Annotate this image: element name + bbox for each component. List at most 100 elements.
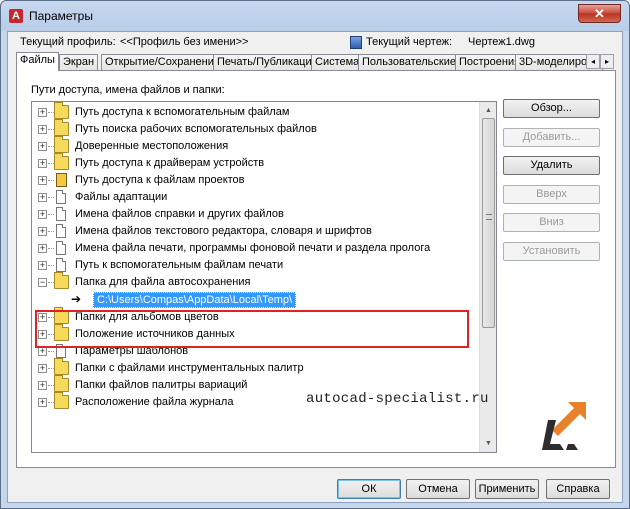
tree-item-label: Имена файла печати, программы фоновой пе…: [75, 242, 431, 254]
tab-display[interactable]: Экран: [59, 54, 99, 71]
tab-open-save[interactable]: Открытие/Сохранение: [101, 54, 224, 71]
tree-item[interactable]: + Файлы адаптации: [32, 189, 472, 206]
tab-scroll-left-icon[interactable]: ◂: [586, 54, 600, 69]
file-icon: [56, 224, 66, 238]
expand-icon[interactable]: +: [38, 176, 47, 185]
add-button[interactable]: Добавить...: [503, 128, 600, 147]
tree-item[interactable]: + Путь доступа к драйверам устройств: [32, 153, 472, 172]
tree-item[interactable]: + Путь доступа к вспомогательным файлам: [32, 102, 472, 121]
folder-icon: [54, 307, 69, 324]
paths-label: Пути доступа, имена файлов и папки:: [31, 84, 225, 96]
site-logo: [542, 402, 586, 450]
move-down-button[interactable]: Вниз: [503, 213, 600, 232]
scroll-up-icon[interactable]: ▲: [481, 103, 496, 118]
tab-plot-publish[interactable]: Печать/Публикация: [213, 54, 322, 71]
expand-icon[interactable]: +: [38, 398, 47, 407]
tree-item-label: Путь доступа к файлам проектов: [75, 174, 245, 186]
expand-icon[interactable]: +: [38, 381, 47, 390]
tab-strip: Файлы Экран Открытие/Сохранение Печать/П…: [16, 52, 616, 71]
tree-item[interactable]: + Путь поиска рабочих вспомогательных фа…: [32, 119, 472, 138]
help-button[interactable]: Справка: [546, 479, 610, 499]
close-button[interactable]: ✕: [578, 4, 621, 23]
folder-icon: [54, 375, 69, 392]
tree-item[interactable]: + Имена файла печати, программы фоновой …: [32, 240, 472, 257]
tree-item[interactable]: + Положение источников данных: [32, 324, 472, 343]
autocad-app-icon: A: [9, 9, 23, 23]
expand-icon[interactable]: +: [38, 227, 47, 236]
tab-files[interactable]: Файлы: [16, 52, 59, 71]
move-up-button[interactable]: Вверх: [503, 185, 600, 204]
tree-item[interactable]: + Папки с файлами инструментальных палит…: [32, 358, 472, 377]
expand-icon[interactable]: +: [38, 210, 47, 219]
tree-item-label: Параметры шаблонов: [75, 345, 189, 357]
tab-drafting[interactable]: Построения: [455, 54, 525, 71]
expand-icon[interactable]: +: [38, 313, 47, 322]
folder-icon: [54, 153, 69, 170]
tree-item-label: Путь доступа к драйверам устройств: [75, 157, 265, 169]
tree-item-label: Папки файлов палитры вариаций: [75, 379, 248, 391]
file-icon: [56, 241, 66, 255]
collapse-icon[interactable]: −: [38, 278, 47, 287]
expand-icon[interactable]: +: [38, 330, 47, 339]
browse-button[interactable]: Обзор...: [503, 99, 600, 118]
expand-icon[interactable]: +: [38, 108, 47, 117]
ok-button[interactable]: ОК: [337, 479, 401, 499]
remove-button[interactable]: Удалить: [503, 156, 600, 175]
tab-system[interactable]: Система: [311, 54, 364, 71]
file-icon: [56, 207, 66, 221]
expand-icon[interactable]: +: [38, 261, 47, 270]
tab-scroll-right-icon[interactable]: ▸: [600, 54, 614, 69]
current-profile-value: <<Профиль без имени>>: [120, 36, 249, 48]
file-icon: [56, 190, 66, 204]
set-current-button[interactable]: Установить: [503, 242, 600, 261]
expand-icon[interactable]: +: [38, 244, 47, 253]
file-icon: [56, 258, 66, 272]
tree-item[interactable]: + Имена файлов текстового редактора, сло…: [32, 223, 472, 240]
tree-item[interactable]: + Папки для альбомов цветов: [32, 307, 472, 326]
watermark-text: autocad-specialist.ru: [306, 391, 489, 407]
apply-button[interactable]: Применить: [475, 479, 539, 499]
folder-icon: [54, 358, 69, 375]
cancel-button[interactable]: Отмена: [406, 479, 470, 499]
tree-item[interactable]: + Путь к вспомогательным файлам печати: [32, 257, 472, 274]
tree-item-label: Положение источников данных: [75, 328, 235, 340]
tree-item-label: Папки для альбомов цветов: [75, 311, 219, 323]
expand-icon[interactable]: +: [38, 193, 47, 202]
tree-item[interactable]: + Имена файлов справки и других файлов: [32, 206, 472, 223]
current-drawing-value: Чертеж1.dwg: [468, 36, 535, 48]
tab-user-preferences[interactable]: Пользовательские: [358, 54, 460, 71]
folder-icon: [54, 119, 69, 136]
tree-item-label: Путь поиска рабочих вспомогательных файл…: [75, 123, 317, 135]
expand-icon[interactable]: +: [38, 125, 47, 134]
profile-row: Текущий профиль: <<Профиль без имени>> Т…: [16, 36, 616, 52]
tree-item-label: Путь доступа к вспомогательным файлам: [75, 106, 290, 118]
tree-item-label: Имена файлов справки и других файлов: [75, 208, 284, 220]
expand-icon[interactable]: +: [38, 364, 47, 373]
expand-icon[interactable]: +: [38, 347, 47, 356]
file-icon: [56, 344, 66, 358]
tree-item-label: Имена файлов текстового редактора, слова…: [75, 225, 372, 237]
scroll-thumb[interactable]: [482, 118, 495, 328]
autosave-path-value[interactable]: C:\Users\Compas\AppData\Local\Temp\: [93, 292, 297, 308]
tree-item-label: Доверенные местоположения: [75, 140, 229, 152]
files-tab-panel: Пути доступа, имена файлов и папки: + Пу…: [16, 70, 616, 468]
tree-item-label: Расположение файла журнала: [75, 396, 234, 408]
folder-icon: [54, 324, 69, 341]
folder-icon: [54, 272, 69, 289]
current-profile-label: Текущий профиль:: [20, 36, 116, 48]
tree-item-label: Путь к вспомогательным файлам печати: [75, 259, 284, 271]
expand-icon[interactable]: +: [38, 142, 47, 151]
tree-item-autosave[interactable]: − Папка для файла автосохранения: [32, 272, 472, 291]
scroll-down-icon[interactable]: ▼: [481, 436, 496, 451]
tree-item[interactable]: + Доверенные местоположения: [32, 136, 472, 155]
expand-icon[interactable]: +: [38, 159, 47, 168]
current-drawing-label: Текущий чертеж:: [366, 36, 453, 48]
tree-item[interactable]: + Путь доступа к файлам проектов: [32, 172, 472, 189]
tree-item-label: Папка для файла автосохранения: [75, 276, 251, 288]
folder-icon: [54, 136, 69, 153]
title-bar[interactable]: A Параметры ✕: [1, 1, 629, 31]
tree-item-label: Папки с файлами инструментальных палитр: [75, 362, 304, 374]
options-dialog: A Параметры ✕ Текущий профиль: <<Профиль…: [0, 0, 630, 509]
tree-item[interactable]: + Параметры шаблонов: [32, 343, 472, 360]
arrow-icon: ➔: [71, 292, 82, 306]
